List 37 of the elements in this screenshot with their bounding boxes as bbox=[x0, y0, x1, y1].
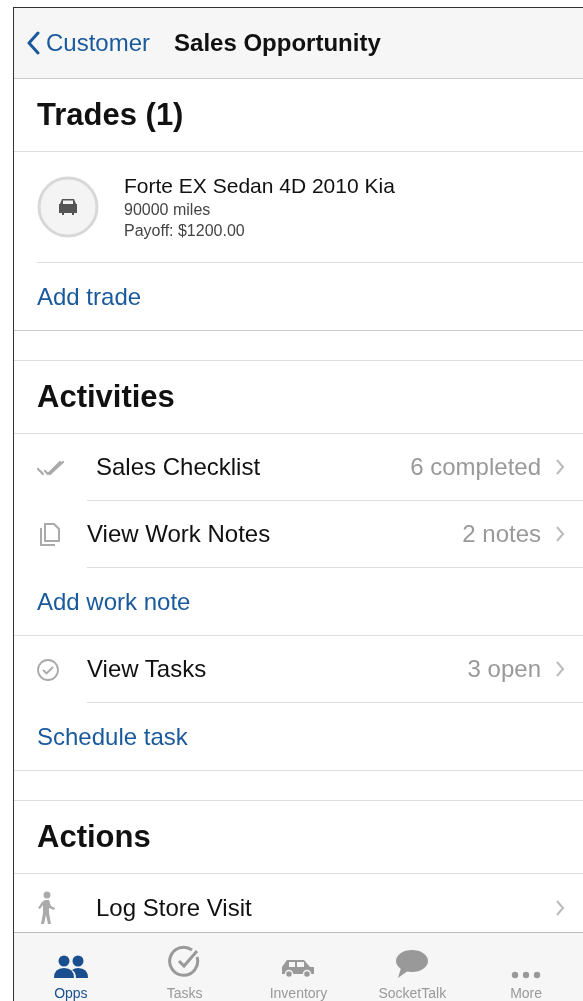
back-chevron-icon bbox=[26, 31, 40, 55]
trade-payoff: Payoff: $1200.00 bbox=[124, 222, 246, 240]
section-title: Actions bbox=[37, 819, 151, 855]
row-label: View Work Notes bbox=[87, 520, 272, 548]
trade-row[interactable]: Forte EX Sedan 4D 2010 Kia 90000 miles Payoff: $1200.00 bbox=[37, 152, 583, 263]
activity-row[interactable]: View Work Notes 2 notes bbox=[14, 501, 583, 568]
speech-bubble-icon bbox=[395, 949, 430, 979]
activity-link[interactable]: Schedule task bbox=[37, 722, 188, 751]
car-icon bbox=[37, 176, 99, 238]
car-icon bbox=[280, 959, 317, 979]
action-row[interactable]: Log Store Visit bbox=[14, 874, 583, 932]
row-value: 3 open bbox=[467, 655, 541, 683]
walking-person-icon bbox=[36, 890, 58, 925]
row-label: Sales Checklist bbox=[95, 453, 262, 481]
row-value: 2 notes bbox=[462, 520, 541, 548]
page-title: Sales Opportunity bbox=[174, 29, 381, 57]
people-icon bbox=[52, 955, 89, 979]
more-icon bbox=[511, 971, 542, 979]
trade-name: Forte EX Sedan 4D 2010 Kia bbox=[124, 174, 395, 198]
trade-miles: 90000 miles bbox=[124, 201, 212, 219]
check-circle-icon bbox=[36, 657, 60, 682]
row-label: Log Store Visit bbox=[95, 893, 253, 922]
check-circle-icon bbox=[167, 945, 202, 979]
chevron-icon bbox=[555, 525, 565, 543]
section-title: Trades (1) bbox=[37, 97, 184, 133]
tab[interactable]: Opps bbox=[14, 933, 128, 1001]
activity-row[interactable]: View Tasks 3 open bbox=[14, 636, 583, 703]
activity-link[interactable]: Add work note bbox=[37, 587, 191, 616]
row-label: View Tasks bbox=[87, 655, 208, 683]
add-trade-link[interactable]: Add trade bbox=[37, 282, 142, 311]
row-value: 6 completed bbox=[410, 453, 541, 481]
section-title: Activities bbox=[37, 379, 175, 415]
chevron-icon bbox=[555, 660, 565, 678]
activity-row[interactable]: Sales Checklist 6 completed bbox=[14, 434, 583, 501]
chevron-icon bbox=[555, 898, 565, 917]
chevron-icon bbox=[555, 458, 565, 476]
back-button[interactable]: Customer bbox=[26, 29, 151, 57]
